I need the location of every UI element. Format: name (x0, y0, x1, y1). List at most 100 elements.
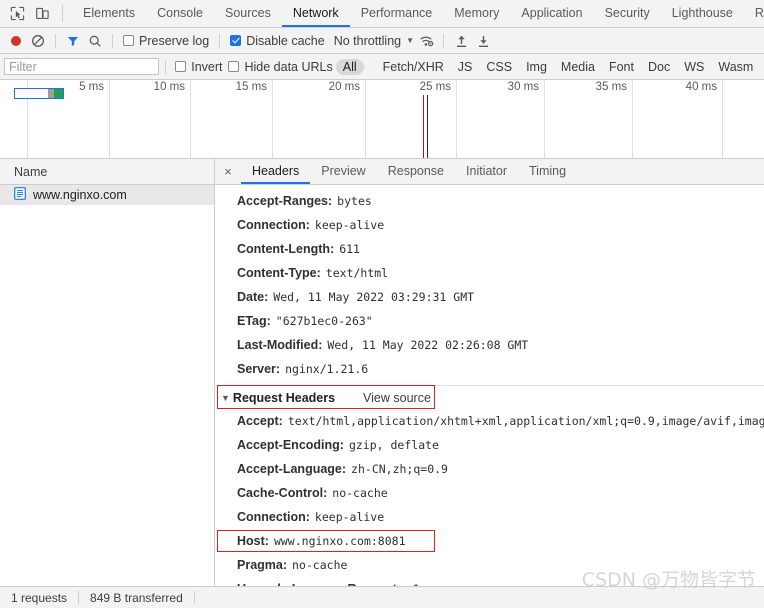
header-value: nginx/1.21.6 (285, 362, 369, 376)
overview-tick-label: 15 ms (235, 81, 267, 93)
toolbar-divider-1 (55, 33, 56, 48)
overview-bar-segment (15, 89, 48, 98)
filter-type-manifest[interactable]: Manifest (760, 59, 762, 75)
filter-input[interactable]: Filter (4, 58, 160, 75)
overview-gridline (109, 80, 110, 158)
disable-cache-box (230, 35, 242, 46)
tab-performance[interactable]: Performance (350, 0, 444, 27)
name-column-header[interactable]: Name (0, 159, 214, 185)
tab-overflow[interactable]: R (744, 0, 764, 27)
upload-arrow-icon[interactable] (451, 31, 471, 51)
tab-network[interactable]: Network (281, 0, 350, 27)
overview-tick-label: 20 ms (328, 81, 360, 93)
request-header-row: Accept-Language: zh-CN,zh;q=0.9 (215, 457, 764, 481)
request-header-row: Pragma: no-cache (215, 553, 764, 577)
tab-performance-label: Performance (360, 5, 433, 20)
tab-security[interactable]: Security (594, 0, 661, 27)
detail-tab-headers[interactable]: Headers (241, 159, 311, 184)
status-requests-count: 1 requests (11, 590, 68, 605)
overview-tick-label: 10 ms (153, 81, 185, 93)
wifi-settings-icon[interactable] (416, 31, 436, 51)
filter-placeholder: Filter (9, 59, 37, 74)
detail-tab-timing[interactable]: Timing (518, 159, 577, 184)
detail-tab-strip: × Headers Preview Response Initiator Tim… (215, 159, 764, 185)
tab-elements[interactable]: Elements (72, 0, 146, 27)
overview-tick-label: 35 ms (595, 81, 627, 93)
header-value: Wed, 11 May 2022 02:26:08 GMT (327, 338, 529, 352)
filter-funnel-icon[interactable] (63, 31, 83, 51)
status-transferred: 849 B transferred (90, 590, 183, 605)
header-value: 1 (413, 582, 420, 586)
request-header-row: Upgrade-Insecure-Requests: 1 (215, 577, 764, 586)
invert-checkbox[interactable]: Invert (172, 60, 225, 74)
filter-type-fetch-xhr[interactable]: Fetch/XHR (376, 59, 451, 75)
filter-type-all[interactable]: All (335, 58, 364, 75)
request-headers-section-header[interactable]: ▼ Request Headers View source (215, 386, 764, 409)
tab-security-label: Security (604, 5, 650, 20)
record-circle-icon[interactable] (6, 31, 26, 51)
inspect-element-icon[interactable] (8, 4, 27, 23)
network-overview-timeline[interactable]: 5 ms 10 ms 15 ms 20 ms 25 ms 30 ms 35 ms 40 ms (0, 80, 764, 159)
overview-gridlines (0, 80, 764, 158)
list-item[interactable]: www.nginxo.com (0, 185, 214, 205)
preserve-log-label: Preserve log (139, 33, 210, 48)
detail-tab-preview[interactable]: Preview (310, 159, 376, 184)
header-name: Last-Modified: (237, 338, 323, 352)
filter-type-js[interactable]: JS (451, 59, 480, 75)
detail-tab-initiator[interactable]: Initiator (455, 159, 518, 184)
preserve-log-box (123, 35, 134, 46)
response-header-row: ETag: "627b1ec0-263" (215, 309, 764, 333)
header-name: Host: (237, 534, 269, 548)
response-header-row: Content-Type: text/html (215, 261, 764, 285)
overview-event-line-load (427, 95, 428, 158)
overview-tick-label: 30 ms (507, 81, 539, 93)
tab-application[interactable]: Application (510, 0, 593, 27)
tab-sources[interactable]: Sources (214, 0, 282, 27)
header-name: Accept-Language: (237, 462, 347, 476)
filter-type-wasm[interactable]: Wasm (711, 59, 760, 75)
tab-console[interactable]: Console (146, 0, 214, 27)
overview-event-line-dom-content-loaded (423, 95, 424, 158)
detail-tab-response[interactable]: Response (377, 159, 455, 184)
header-value: text/html,application/xhtml+xml,applicat… (287, 414, 764, 428)
clear-no-entry-icon[interactable] (28, 31, 48, 51)
toolbar-divider-3 (219, 33, 221, 48)
download-arrow-icon[interactable] (473, 31, 493, 51)
request-header-row: Accept: text/html,application/xhtml+xml,a… (215, 409, 764, 433)
invert-label: Invert (191, 59, 223, 74)
tab-network-label: Network (292, 5, 339, 20)
network-body: Name www.nginxo.com × Headers Preview Re… (0, 159, 764, 586)
tab-memory[interactable]: Memory (443, 0, 510, 27)
disable-cache-checkbox[interactable]: Disable cache (227, 34, 328, 48)
header-value: text/html (325, 266, 389, 280)
header-value: keep-alive (314, 218, 385, 232)
status-bar: 1 requests 849 B transferred (0, 586, 764, 608)
filter-type-font[interactable]: Font (602, 59, 641, 75)
tab-lighthouse[interactable]: Lighthouse (661, 0, 744, 27)
throttling-dropdown[interactable]: No throttling ▼ (330, 34, 414, 48)
headers-content: Accept-Ranges: bytes Connection: keep-alive… (215, 185, 764, 586)
request-header-row: Connection: keep-alive (215, 505, 764, 529)
hide-data-urls-checkbox[interactable]: Hide data URLs (225, 60, 335, 74)
list-item-label: www.nginxo.com (33, 188, 127, 202)
header-value: Wed, 11 May 2022 03:29:31 GMT (273, 290, 475, 304)
header-name: Date: (237, 290, 269, 304)
header-value: bytes (337, 194, 372, 208)
search-magnifier-icon[interactable] (85, 31, 105, 51)
filter-type-doc[interactable]: Doc (641, 59, 677, 75)
close-icon[interactable]: × (215, 159, 241, 184)
header-value: "627b1ec0-263" (275, 314, 373, 328)
document-icon (14, 187, 26, 203)
overview-request-bar (14, 88, 64, 99)
device-toolbar-icon[interactable] (33, 4, 52, 23)
filter-type-img[interactable]: Img (519, 59, 554, 75)
filter-type-css[interactable]: CSS (479, 59, 519, 75)
filter-type-ws[interactable]: WS (677, 59, 711, 75)
overview-gridline (365, 80, 366, 158)
preserve-log-checkbox[interactable]: Preserve log (120, 34, 212, 48)
overview-gridline (456, 80, 457, 158)
filter-type-media[interactable]: Media (554, 59, 602, 75)
header-value: keep-alive (314, 510, 385, 524)
requests-list-pane: Name www.nginxo.com (0, 159, 215, 586)
view-source-link[interactable]: View source (363, 391, 431, 405)
